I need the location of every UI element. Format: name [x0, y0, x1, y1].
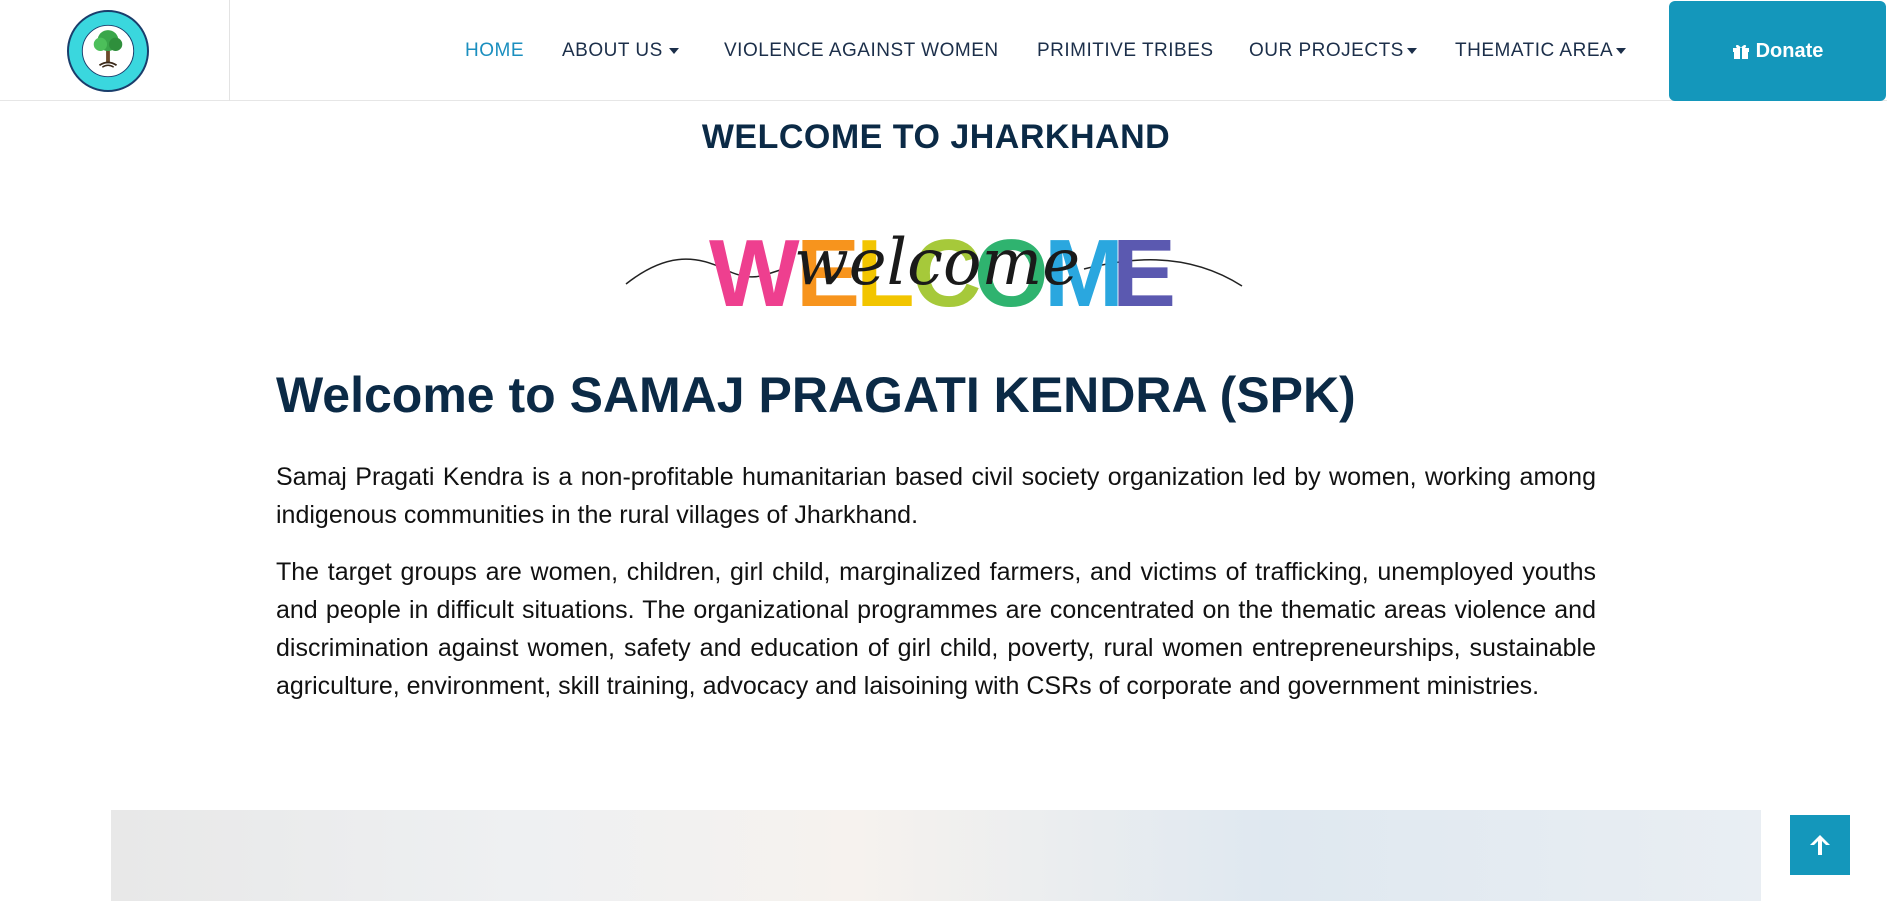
nav-violence-against-women[interactable]: VIOLENCE AGAINST WOMEN — [724, 40, 999, 62]
nav-about-us-label: ABOUT US — [562, 40, 663, 61]
nav-home[interactable]: HOME — [465, 40, 524, 62]
chevron-down-icon — [1406, 47, 1417, 54]
spk-logo[interactable] — [67, 10, 149, 92]
site-header: HOME ABOUT US VIOLENCE AGAINST WOMEN PRI… — [0, 0, 1887, 101]
nav-thematic-area[interactable]: THEMATIC AREA — [1455, 40, 1627, 62]
welcome-banner-image: W E L C O M E welcome — [624, 214, 1244, 327]
nav-primitive-tribes[interactable]: PRIMITIVE TRIBES — [1037, 40, 1214, 62]
hero-image-strip — [111, 810, 1761, 901]
chevron-down-icon — [668, 47, 679, 54]
nav-our-projects-label: OUR PROJECTS — [1249, 40, 1404, 61]
donate-label: Donate — [1755, 39, 1824, 62]
intro-paragraph: Samaj Pragati Kendra is a non-profitable… — [276, 463, 1596, 529]
logo-tree-icon — [70, 13, 146, 89]
gift-icon — [1732, 42, 1750, 60]
nav-thematic-area-label: THEMATIC AREA — [1455, 40, 1614, 61]
chevron-down-icon — [1616, 47, 1627, 54]
welcome-letter: W — [709, 220, 800, 324]
welcome-script-text: welcome — [794, 226, 1080, 300]
welcome-letter: E — [1112, 220, 1176, 324]
nav-our-projects[interactable]: OUR PROJECTS — [1249, 40, 1417, 62]
page-headline: Welcome to SAMAJ PRAGATI KENDRA (SPK) — [276, 367, 1356, 423]
target-groups-paragraph: The target groups are women, children, g… — [276, 558, 1596, 700]
nav-about-us[interactable]: ABOUT US — [562, 40, 679, 62]
arrow-up-icon — [1810, 835, 1830, 855]
logo-container — [0, 0, 230, 101]
section-title: WELCOME TO JHARKHAND — [701, 118, 1171, 156]
scroll-to-top-button[interactable] — [1790, 815, 1850, 875]
donate-button[interactable]: Donate — [1669, 1, 1886, 101]
